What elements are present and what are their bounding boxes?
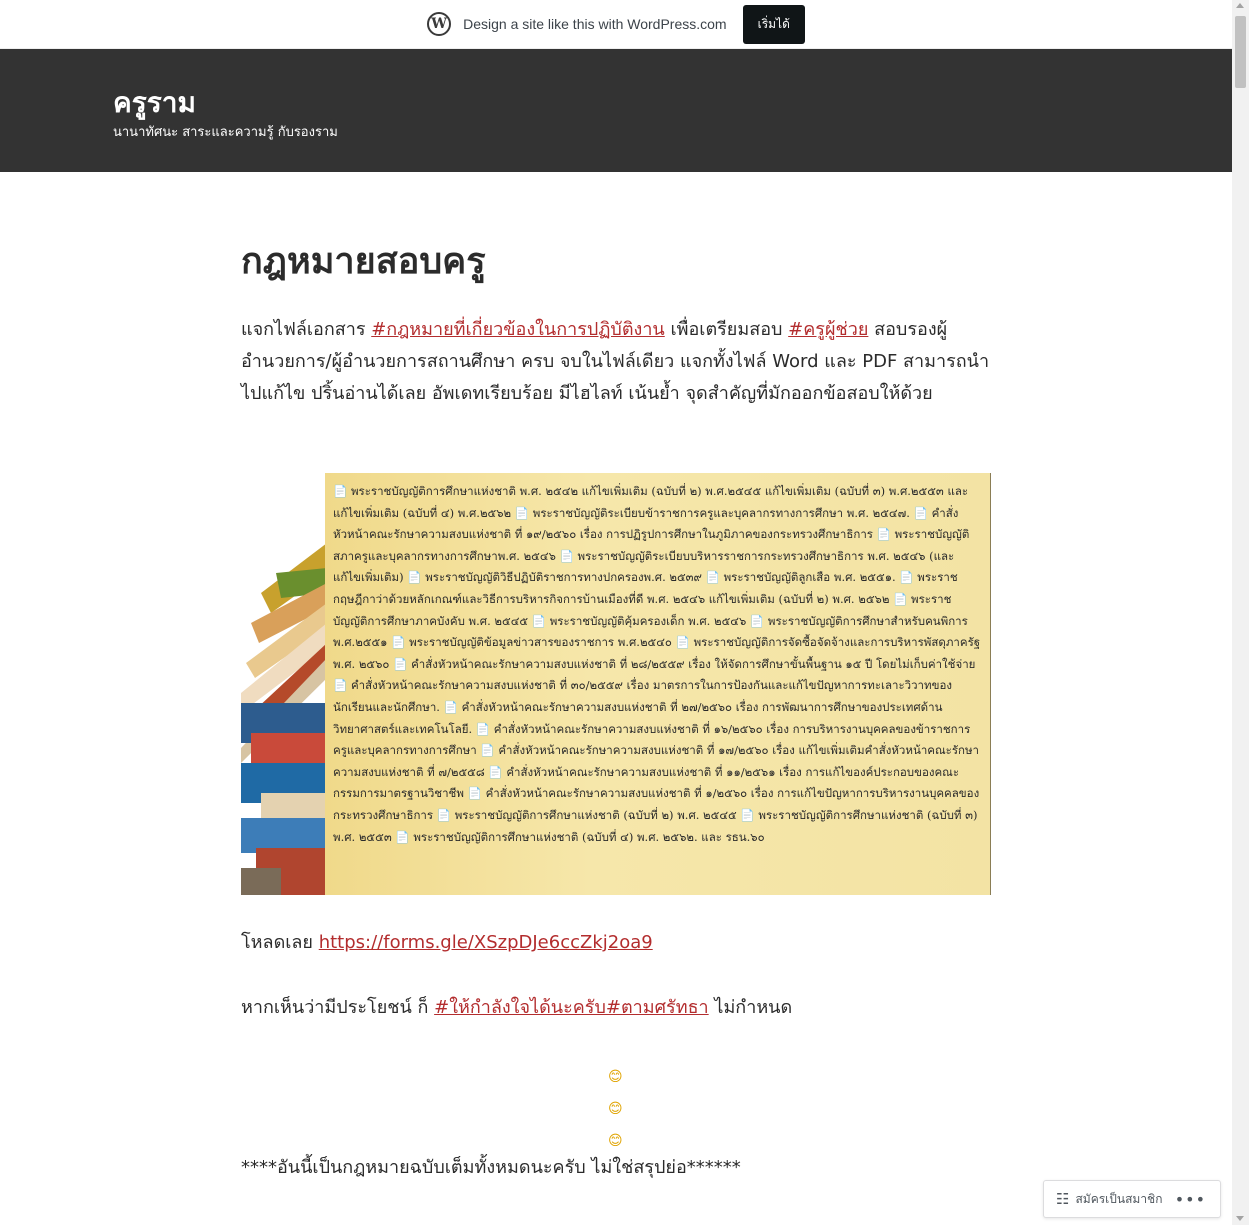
post-title: กฎหมายสอบครู <box>241 241 486 282</box>
smile-icon: 😊 <box>608 1101 623 1117</box>
reader-icon[interactable]: ☷ <box>1056 1190 1069 1208</box>
site-description: นานาทัศนะ สาระและความรู้ กับรองราม <box>113 125 338 140</box>
site-title[interactable]: ครูราม <box>113 81 196 125</box>
get-started-button[interactable]: เริ่มได้ <box>742 4 805 44</box>
full-law-notice: ****อันนี้เป็นกฎหมายฉบับเต็มทั้งหมดนะครั… <box>241 1157 741 1178</box>
scroll-down-arrow-icon[interactable] <box>1236 1216 1244 1221</box>
smile-icon: 😊 <box>608 1133 623 1149</box>
scrollbar-thumb[interactable] <box>1235 16 1246 88</box>
download-link[interactable]: https://forms.gle/XSzpDJe6ccZkj2oa9 <box>319 932 653 953</box>
subscribe-button[interactable]: สมัครเป็นสมาชิก <box>1075 1190 1162 1209</box>
wordpress-logo-icon[interactable]: W <box>427 12 452 36</box>
download-label: โหลดเลย <box>241 932 319 953</box>
support-paragraph: หากเห็นว่ามีประโยชน์ ก็ #ให้กำลังใจได้นะ… <box>241 992 792 1021</box>
more-options-icon[interactable]: ••• <box>1175 1190 1206 1209</box>
post-image: 📄 พระราชบัญญัติการศึกษาแห่งชาติ พ.ศ. ๒๕๔… <box>241 473 991 895</box>
hashtag-link-law[interactable]: #กฎหมายที่เกี่ยวข้องในการปฏิบัติงาน <box>371 319 665 340</box>
law-list-text: 📄 พระราชบัญญัติการศึกษาแห่งชาติ พ.ศ. ๒๕๔… <box>325 473 991 895</box>
promo-text[interactable]: Design a site like this with WordPress.c… <box>463 16 727 32</box>
intro-text-1: แจกไฟล์เอกสาร <box>241 319 372 340</box>
download-paragraph: โหลดเลย https://forms.gle/XSzpDJe6ccZkj2… <box>241 927 653 956</box>
smile-icon: 😊 <box>608 1069 623 1085</box>
intro-text-2: เพื่อเตรียมสอบ <box>664 319 789 340</box>
support-text-2: ไม่กำหนด <box>708 997 793 1018</box>
post-intro: แจกไฟล์เอกสาร #กฎหมายที่เกี่ยวข้องในการป… <box>241 314 991 410</box>
wordpress-promo-bar: W Design a site like this with WordPress… <box>0 0 1232 49</box>
scroll-up-arrow-icon[interactable] <box>1236 3 1244 8</box>
hashtag-link-teacher[interactable]: #ครูผู้ช่วย <box>788 319 868 340</box>
subscribe-widget: ☷ สมัครเป็นสมาชิก ••• <box>1043 1180 1221 1218</box>
support-text-1: หากเห็นว่ามีประโยชน์ ก็ <box>241 997 435 1018</box>
page-scrollbar[interactable] <box>1232 0 1249 1225</box>
books-illustration <box>241 473 327 895</box>
post-content: กฎหมายสอบครู แจกไฟล์เอกสาร #กฎหมายที่เกี… <box>241 172 991 1178</box>
site-header: ครูราม นานาทัศนะ สาระและความรู้ กับรองรา… <box>0 49 1232 172</box>
hashtag-link-support[interactable]: #ให้กำลังใจได้นะครับ#ตามศรัทธา <box>434 997 709 1018</box>
